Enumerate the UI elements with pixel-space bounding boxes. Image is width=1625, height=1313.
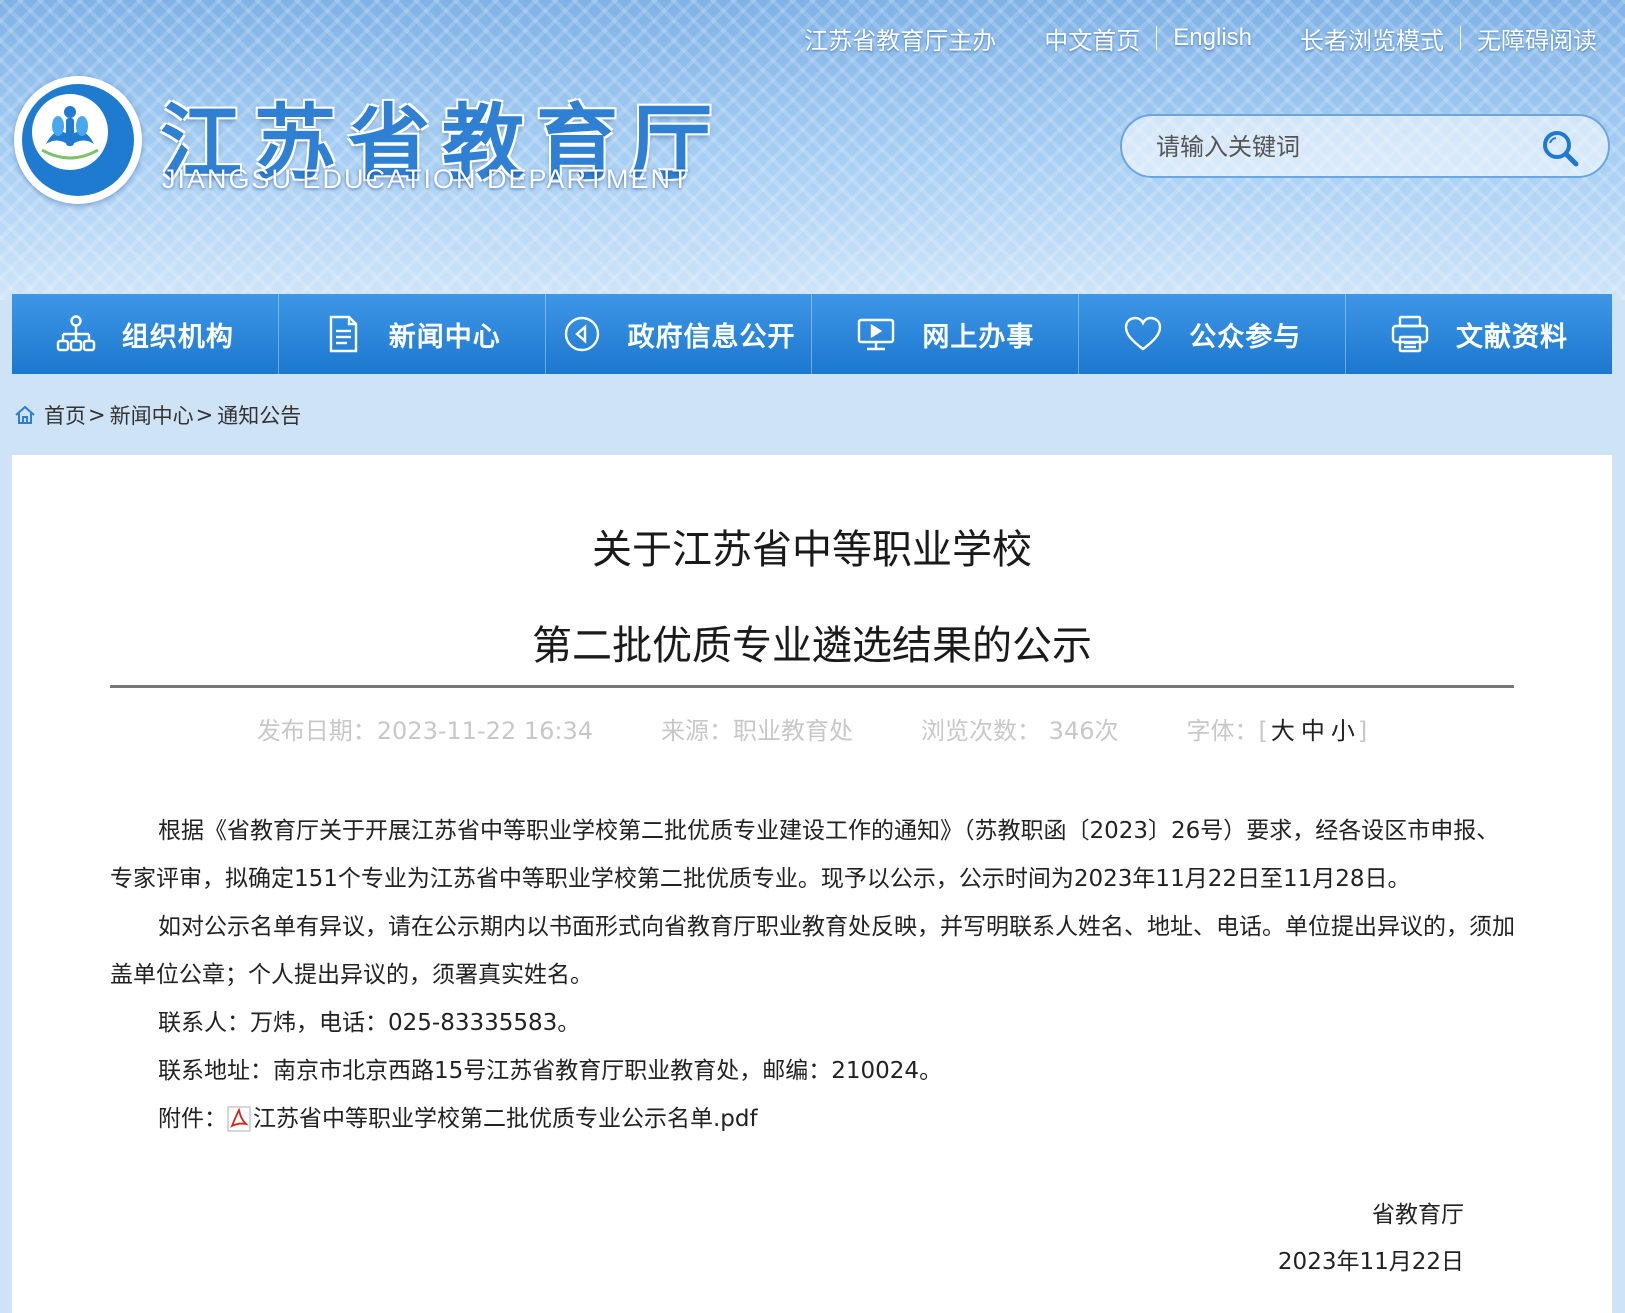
article-source: 来源：职业教育处 (661, 717, 854, 745)
logo-emblem (14, 76, 142, 204)
article-panel: 关于江苏省中等职业学校 第二批优质专业遴选结果的公示 发布日期：2023-11-… (12, 455, 1612, 1313)
article-meta: 发布日期：2023-11-22 16:34 来源：职业教育处 浏览次数： 346次 字… (12, 711, 1612, 746)
printer-icon (1391, 315, 1429, 353)
paragraph: 根据《省教育厅关于开展江苏省中等职业学校第二批优质专业建设工作的通知》（苏教职函… (110, 818, 1500, 892)
nav-item-public[interactable]: 公众参与 (1079, 294, 1347, 374)
nav-label: 文献资料 (1456, 321, 1569, 353)
font-size-medium[interactable]: 中 (1301, 717, 1325, 745)
search-box (1120, 114, 1610, 178)
signature-org: 省教育厅 (1372, 1202, 1464, 1228)
divider (1156, 26, 1158, 50)
sponsor-link[interactable]: 江苏省教育厅主办 (804, 21, 996, 56)
nav-label: 政府信息公开 (627, 321, 796, 353)
header-banner: 江苏省教育厅主办 中文首页 English 长者浏览模式 无障碍阅读 江苏省教育… (0, 0, 1625, 300)
font-size-large[interactable]: 大 (1271, 717, 1295, 745)
top-links-bar: 江苏省教育厅主办 中文首页 English 长者浏览模式 无障碍阅读 (804, 18, 1597, 58)
divider (1460, 26, 1461, 50)
bracket-close: ] (1357, 717, 1368, 745)
article-body: 根据《省教育厅关于开展江苏省中等职业学校第二批优质专业建设工作的通知》（苏教职函… (110, 807, 1520, 1143)
english-link[interactable]: English (1173, 24, 1252, 52)
search-input[interactable] (1154, 126, 1518, 168)
signature-date: 2023年11月22日 (1277, 1249, 1464, 1275)
paragraph: 联系地址：南京市北京西路15号江苏省教育厅职业教育处，邮编：210024。 (158, 1058, 943, 1084)
attachment-link[interactable]: 江苏省中等职业学校第二批优质专业公示名单.pdf (227, 1106, 758, 1132)
breadcrumb-home[interactable]: 首页 (44, 400, 86, 430)
font-size-small[interactable]: 小 (1331, 717, 1355, 745)
main-nav: 组织机构 新闻中心 政府信息公开 网上办事 公众参与 文献资料 (12, 294, 1612, 374)
nav-item-org[interactable]: 组织机构 (12, 294, 279, 374)
search-button[interactable] (1540, 128, 1580, 168)
article-title-line2: 第二批优质专业遴选结果的公示 (532, 623, 1092, 669)
publish-date: 发布日期：2023-11-22 16:34 (256, 717, 594, 745)
accessible-reading-link[interactable]: 无障碍阅读 (1477, 21, 1597, 56)
attachment-line: 附件： 江苏省中等职业学校第二批优质专业公示名单.pdf (110, 1095, 1520, 1143)
logo-title-en: JIANGSU EDUCATION DEPARTMENT (162, 164, 691, 194)
pdf-icon (227, 1106, 251, 1132)
document-icon (329, 315, 357, 353)
bracket-open: [ (1258, 717, 1268, 745)
home-cn-link[interactable]: 中文首页 (1044, 21, 1140, 56)
paragraph: 如对公示名单有异议，请在公示期内以书面形式向省教育厅职业教育处反映，并写明联系人… (110, 914, 1515, 988)
nav-item-gov-info[interactable]: 政府信息公开 (546, 294, 813, 374)
article-title-line1: 关于江苏省中等职业学校 (592, 527, 1032, 573)
nav-item-documents[interactable]: 文献资料 (1346, 294, 1612, 374)
nav-label: 网上办事 (922, 321, 1035, 353)
nav-label: 公众参与 (1189, 321, 1302, 353)
nav-label: 新闻中心 (388, 321, 501, 353)
play-circle-icon (564, 316, 599, 352)
breadcrumb-notices[interactable]: 通知公告 (217, 400, 301, 430)
nav-item-online-service[interactable]: 网上办事 (812, 294, 1080, 374)
attachment-name: 江苏省中等职业学校第二批优质专业公示名单.pdf (253, 1106, 758, 1132)
org-chart-icon (56, 315, 96, 352)
font-size-label: 字体： (1186, 717, 1259, 745)
breadcrumb-arrow: > (88, 403, 106, 427)
home-icon (15, 405, 35, 424)
title-divider (110, 685, 1514, 688)
heart-icon (1125, 316, 1162, 351)
emblem-icon (34, 96, 106, 168)
paragraph: 联系人：万炜，电话：025-83335583。 (158, 1010, 581, 1036)
breadcrumb-arrow: > (195, 403, 214, 427)
nav-label: 组织机构 (121, 321, 234, 353)
nav-item-news[interactable]: 新闻中心 (279, 294, 546, 374)
breadcrumb: 首页 > 新闻中心 > 通知公告 (14, 398, 301, 432)
attachment-label: 附件： (158, 1106, 227, 1132)
breadcrumb-news-center[interactable]: 新闻中心 (110, 400, 194, 430)
search-icon (1543, 131, 1579, 167)
view-count: 浏览次数： 346次 (921, 717, 1119, 745)
monitor-icon (858, 318, 895, 351)
elder-mode-link[interactable]: 长者浏览模式 (1300, 21, 1444, 56)
